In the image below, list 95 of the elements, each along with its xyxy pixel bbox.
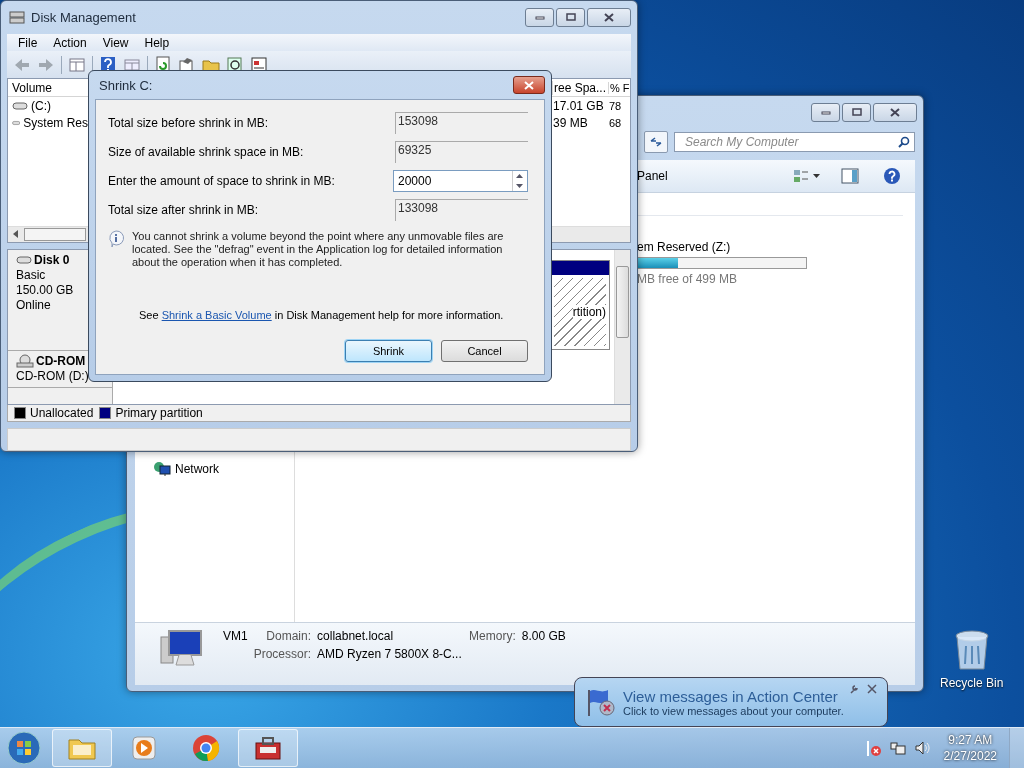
readonly-field: 153098	[395, 111, 528, 134]
minimize-icon	[820, 109, 831, 115]
notification-text: Click to view messages about your computer.	[623, 704, 844, 717]
wrench-icon[interactable]	[849, 684, 859, 694]
drive-name[interactable]: em Reserved (Z:)	[637, 240, 915, 254]
maximize-button[interactable]	[556, 7, 585, 27]
field-label: Total size after shrink in MB:	[108, 202, 259, 217]
detail-label: Domain:	[265, 629, 312, 643]
minimize-button[interactable]	[811, 102, 840, 122]
close-icon[interactable]	[867, 684, 877, 694]
help-link[interactable]: Shrink a Basic Volume	[161, 309, 272, 321]
maximize-button[interactable]	[842, 102, 871, 122]
maximize-icon	[565, 13, 576, 22]
desktop-icon[interactable]: Recycle Bin	[940, 630, 1004, 690]
column-header[interactable]: Volume	[8, 80, 88, 95]
start-button[interactable]	[4, 728, 44, 768]
disk-drive-icon	[9, 10, 25, 25]
window-title: Disk Management	[31, 9, 137, 25]
speaker-icon[interactable]	[913, 740, 930, 756]
legend-label: Unallocated	[30, 406, 94, 420]
menu-item[interactable]: File	[11, 35, 45, 50]
close-button[interactable]	[513, 76, 545, 94]
drive-free-space: MB free of 499 MB	[637, 272, 739, 286]
menu-item[interactable]: Help	[137, 35, 177, 50]
browser-icon	[192, 734, 220, 762]
readonly-field: 133098	[395, 198, 528, 221]
table-cell-text: 78	[608, 99, 623, 112]
disk-info: Basic	[16, 267, 47, 283]
drive-icon	[12, 100, 28, 111]
search-box[interactable]: Search My Computer	[674, 132, 915, 152]
media-player-icon	[130, 734, 158, 762]
table-cell-text: 39 MB	[552, 115, 589, 130]
dialog-title: Shrink C:	[99, 77, 154, 93]
menu-item[interactable]: View	[95, 35, 136, 50]
close-icon	[524, 80, 534, 90]
help-text: See Shrink a Basic Volume in Disk Management help for more information.	[139, 309, 505, 321]
computer-icon	[159, 629, 205, 669]
disk-name: CD-ROM	[36, 353, 86, 369]
detail-label: Processor:	[253, 647, 312, 661]
legend-label: Primary partition	[115, 406, 203, 420]
refresh-arrows-icon	[649, 136, 663, 148]
table-cell-text: 68	[608, 116, 623, 129]
search-icon	[898, 136, 910, 148]
panel-icon[interactable]	[68, 55, 86, 74]
number-spinner-field[interactable]: 20000	[393, 169, 528, 192]
maximize-icon	[851, 108, 862, 116]
partition-block[interactable]: rtition)	[550, 259, 610, 350]
minimize-button[interactable]	[525, 7, 554, 27]
volume-list-item[interactable]: (C:)	[8, 98, 88, 113]
toolbar-label[interactable]: Panel	[637, 169, 783, 183]
field-label: Size of available shrink space in MB:	[108, 144, 304, 159]
network-icon	[153, 461, 171, 477]
help-icon[interactable]	[883, 167, 901, 185]
readonly-field: 69325	[395, 140, 528, 163]
search-field[interactable]: Search My Computer	[683, 134, 898, 150]
detail-value: AMD Ryzen 7 5800X 8-C...	[317, 647, 463, 661]
vertical-scrollbar[interactable]	[614, 249, 630, 405]
disk-name: Disk 0	[34, 252, 70, 268]
dialog-button[interactable]: Cancel	[441, 340, 528, 362]
cd-drive-icon	[16, 354, 34, 369]
menu-item[interactable]: Action	[46, 35, 94, 50]
computer-name: VM1	[223, 629, 248, 643]
taskbar-button[interactable]	[238, 729, 298, 767]
close-button[interactable]	[873, 102, 917, 122]
minimize-icon	[534, 14, 545, 21]
column-header[interactable]: % F	[608, 81, 630, 94]
info-text: You cannot shrink a volume beyond the point where any unmovable files are located. See the "defrag" event in the Application log for detailed information about the operation when it has completed.	[132, 230, 505, 269]
toolbox-icon	[253, 735, 283, 761]
view-options-icon[interactable]	[793, 169, 821, 183]
disk-info: Online	[16, 297, 52, 313]
partition-label: rtition)	[572, 304, 606, 319]
partition-header-bar	[551, 260, 609, 275]
notification-title: View messages in Action Center	[623, 687, 839, 705]
scrollbar-thumb[interactable]	[24, 227, 86, 241]
nav-item[interactable]: Network	[153, 461, 294, 477]
detail-label: Memory:	[469, 629, 516, 643]
network-icon[interactable]	[889, 740, 906, 756]
disk-info: 150.00 GB	[16, 282, 75, 298]
number-field[interactable]: 20000	[394, 170, 512, 191]
field-label: Enter the amount of space to shrink in MB:	[108, 173, 335, 188]
detail-value: collabnet.local	[317, 629, 395, 643]
refresh-button[interactable]	[644, 131, 668, 153]
close-button[interactable]	[587, 7, 631, 27]
preview-pane-icon[interactable]	[841, 168, 859, 184]
close-icon	[604, 12, 614, 22]
volume-list-item[interactable]: System Res	[8, 115, 88, 130]
close-icon	[890, 107, 900, 117]
detail-value: 8.00 GB	[521, 629, 566, 643]
info-icon	[108, 230, 124, 248]
field-label: Total size before shrink in MB:	[108, 115, 269, 130]
table-cell-text: 17.01 GB	[552, 98, 605, 113]
disk-info: CD-ROM (D:)	[16, 368, 90, 384]
trash-bin-icon	[953, 630, 990, 672]
dialog-button[interactable]: Shrink	[345, 340, 432, 362]
notification-balloon[interactable]: View messages in Action Center Click to view messages about your computer.	[574, 677, 888, 727]
